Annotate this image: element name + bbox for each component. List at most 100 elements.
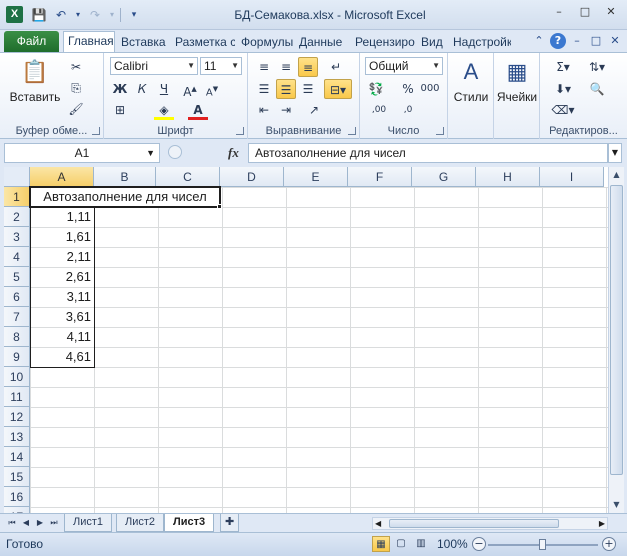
expand-formula-icon[interactable]: ▼ bbox=[608, 143, 622, 163]
horizontal-scrollbar[interactable]: ◀ ▶ bbox=[372, 517, 608, 530]
minimize-ribbon-icon[interactable]: ⌃ bbox=[531, 33, 547, 49]
cell-a8[interactable]: 4,11 bbox=[30, 327, 94, 347]
row-header-7[interactable]: 7 bbox=[4, 307, 30, 327]
column-header-g[interactable]: G bbox=[412, 167, 476, 187]
cell-a3[interactable]: 1,61 bbox=[30, 227, 94, 247]
name-box[interactable]: A1 ▼ bbox=[4, 143, 160, 163]
maximize-button[interactable]: □ bbox=[573, 3, 597, 21]
sheet-tab-1[interactable]: Лист1 bbox=[64, 514, 113, 532]
fill-icon[interactable]: ⬇▾ bbox=[550, 79, 576, 99]
row-header-2[interactable]: 2 bbox=[4, 207, 30, 227]
next-sheet-icon[interactable]: ▶ bbox=[34, 517, 46, 529]
cell-a9[interactable]: 4,61 bbox=[30, 347, 94, 367]
font-name-combo[interactable]: Calibri ▼ bbox=[110, 57, 198, 75]
vertical-scrollbar[interactable]: ▲ ▼ bbox=[608, 167, 624, 513]
zoom-slider[interactable] bbox=[488, 539, 598, 550]
row-header-4[interactable]: 4 bbox=[4, 247, 30, 267]
fill-color-icon[interactable]: ◈ bbox=[154, 100, 174, 120]
column-header-f[interactable]: F bbox=[348, 167, 412, 187]
tab-insert[interactable]: Вставка bbox=[117, 33, 169, 52]
formula-bar-divider-icon[interactable] bbox=[168, 145, 182, 159]
clear-icon[interactable]: ⌫▾ bbox=[550, 100, 576, 120]
align-left-icon[interactable]: ☰ bbox=[254, 79, 274, 99]
sort-filter-icon[interactable]: ⇅▾ bbox=[584, 57, 610, 77]
doc-restore-icon[interactable]: □ bbox=[588, 33, 604, 49]
align-right-icon[interactable]: ☰ bbox=[298, 79, 318, 99]
row-header-6[interactable]: 6 bbox=[4, 287, 30, 307]
font-color-icon[interactable]: A bbox=[188, 100, 208, 120]
paste-button[interactable]: 📋 Вставить bbox=[6, 57, 64, 104]
tab-page-layout[interactable]: Разметка с bbox=[171, 33, 235, 52]
bold-button[interactable]: Ж bbox=[110, 79, 130, 99]
page-layout-view-icon[interactable]: ▢ bbox=[392, 536, 410, 552]
format-painter-icon[interactable]: 🖌 bbox=[66, 99, 86, 119]
zoom-out-button[interactable]: − bbox=[472, 537, 486, 551]
prev-sheet-icon[interactable]: ◀ bbox=[20, 517, 32, 529]
italic-button[interactable]: К bbox=[132, 79, 152, 99]
row-header-8[interactable]: 8 bbox=[4, 327, 30, 347]
column-header-b[interactable]: B bbox=[94, 167, 156, 187]
sheet-tab-2[interactable]: Лист2 bbox=[116, 514, 165, 532]
scroll-down-icon[interactable]: ▼ bbox=[609, 497, 624, 513]
row-header-11[interactable]: 11 bbox=[4, 387, 30, 407]
styles-button[interactable]: A Стили bbox=[450, 57, 492, 104]
column-header-c[interactable]: C bbox=[156, 167, 220, 187]
decrease-font-icon[interactable]: A▼ bbox=[202, 79, 222, 99]
cells-button[interactable]: ▦ Ячейки bbox=[495, 57, 539, 104]
column-header-h[interactable]: H bbox=[476, 167, 540, 187]
insert-sheet-icon[interactable]: ✚ bbox=[220, 514, 240, 532]
align-center-icon[interactable]: ☰ bbox=[276, 79, 296, 99]
undo-dropdown-icon[interactable]: ▾ bbox=[74, 6, 82, 24]
row-header-16[interactable]: 16 bbox=[4, 487, 30, 507]
decrease-indent-icon[interactable]: ⇤ bbox=[254, 100, 274, 120]
row-header-14[interactable]: 14 bbox=[4, 447, 30, 467]
formula-input[interactable]: Автозаполнение для чисел bbox=[248, 143, 608, 163]
font-size-combo[interactable]: 11 ▼ bbox=[200, 57, 242, 75]
thousands-button[interactable]: 000 bbox=[420, 79, 440, 99]
save-icon[interactable]: 💾 bbox=[30, 6, 48, 24]
tab-view[interactable]: Вид bbox=[417, 33, 445, 52]
row-header-9[interactable]: 9 bbox=[4, 347, 30, 367]
row-header-15[interactable]: 15 bbox=[4, 467, 30, 487]
increase-decimal-button[interactable]: ,00 bbox=[366, 100, 392, 120]
tab-review[interactable]: Рецензиро bbox=[351, 33, 415, 52]
scroll-right-icon[interactable]: ▶ bbox=[599, 518, 605, 529]
tab-file[interactable]: Файл bbox=[4, 31, 59, 52]
redo-dropdown-icon[interactable]: ▾ bbox=[108, 6, 116, 24]
row-header-12[interactable]: 12 bbox=[4, 407, 30, 427]
dialog-launcher-icon[interactable] bbox=[436, 127, 444, 135]
scroll-thumb[interactable] bbox=[389, 519, 559, 528]
redo-icon[interactable]: ↷ bbox=[86, 6, 104, 24]
scroll-up-icon[interactable]: ▲ bbox=[609, 167, 624, 183]
tab-home[interactable]: Главная bbox=[63, 31, 115, 52]
help-icon[interactable]: ? bbox=[550, 33, 566, 49]
number-format-combo[interactable]: Общий ▼ bbox=[365, 57, 443, 75]
row-header-10[interactable]: 10 bbox=[4, 367, 30, 387]
first-sheet-icon[interactable]: ⏮ bbox=[6, 517, 18, 529]
row-header-13[interactable]: 13 bbox=[4, 427, 30, 447]
find-select-icon[interactable]: 🔍 bbox=[584, 79, 610, 99]
copy-icon[interactable]: ⎘ bbox=[66, 78, 86, 98]
align-middle-icon[interactable]: ≡ bbox=[276, 57, 296, 77]
sheet-tab-3[interactable]: Лист3 bbox=[164, 514, 215, 532]
align-bottom-icon[interactable]: ≡ bbox=[298, 57, 318, 77]
tab-addins[interactable]: Надстройк bbox=[449, 33, 511, 52]
close-button[interactable]: ✕ bbox=[599, 3, 623, 21]
borders-icon[interactable]: ⊞ bbox=[110, 100, 130, 120]
row-header-1[interactable]: 1 bbox=[4, 187, 30, 207]
dialog-launcher-icon[interactable] bbox=[92, 127, 100, 135]
excel-icon[interactable]: X bbox=[6, 6, 23, 23]
undo-icon[interactable]: ↶ bbox=[52, 6, 70, 24]
column-header-i[interactable]: I bbox=[540, 167, 604, 187]
merge-center-icon[interactable]: ⊟▾ bbox=[324, 79, 352, 99]
last-sheet-icon[interactable]: ⏭ bbox=[48, 517, 60, 529]
cell-a7[interactable]: 3,61 bbox=[30, 307, 94, 327]
scroll-thumb[interactable] bbox=[610, 185, 623, 475]
zoom-slider-knob[interactable] bbox=[539, 539, 546, 550]
doc-minimize-icon[interactable]: – bbox=[569, 33, 585, 49]
dialog-launcher-icon[interactable] bbox=[236, 127, 244, 135]
percent-button[interactable]: % bbox=[398, 79, 418, 99]
zoom-in-button[interactable]: + bbox=[602, 537, 616, 551]
minimize-button[interactable]: – bbox=[547, 3, 571, 21]
normal-view-icon[interactable]: ▦ bbox=[372, 536, 390, 552]
